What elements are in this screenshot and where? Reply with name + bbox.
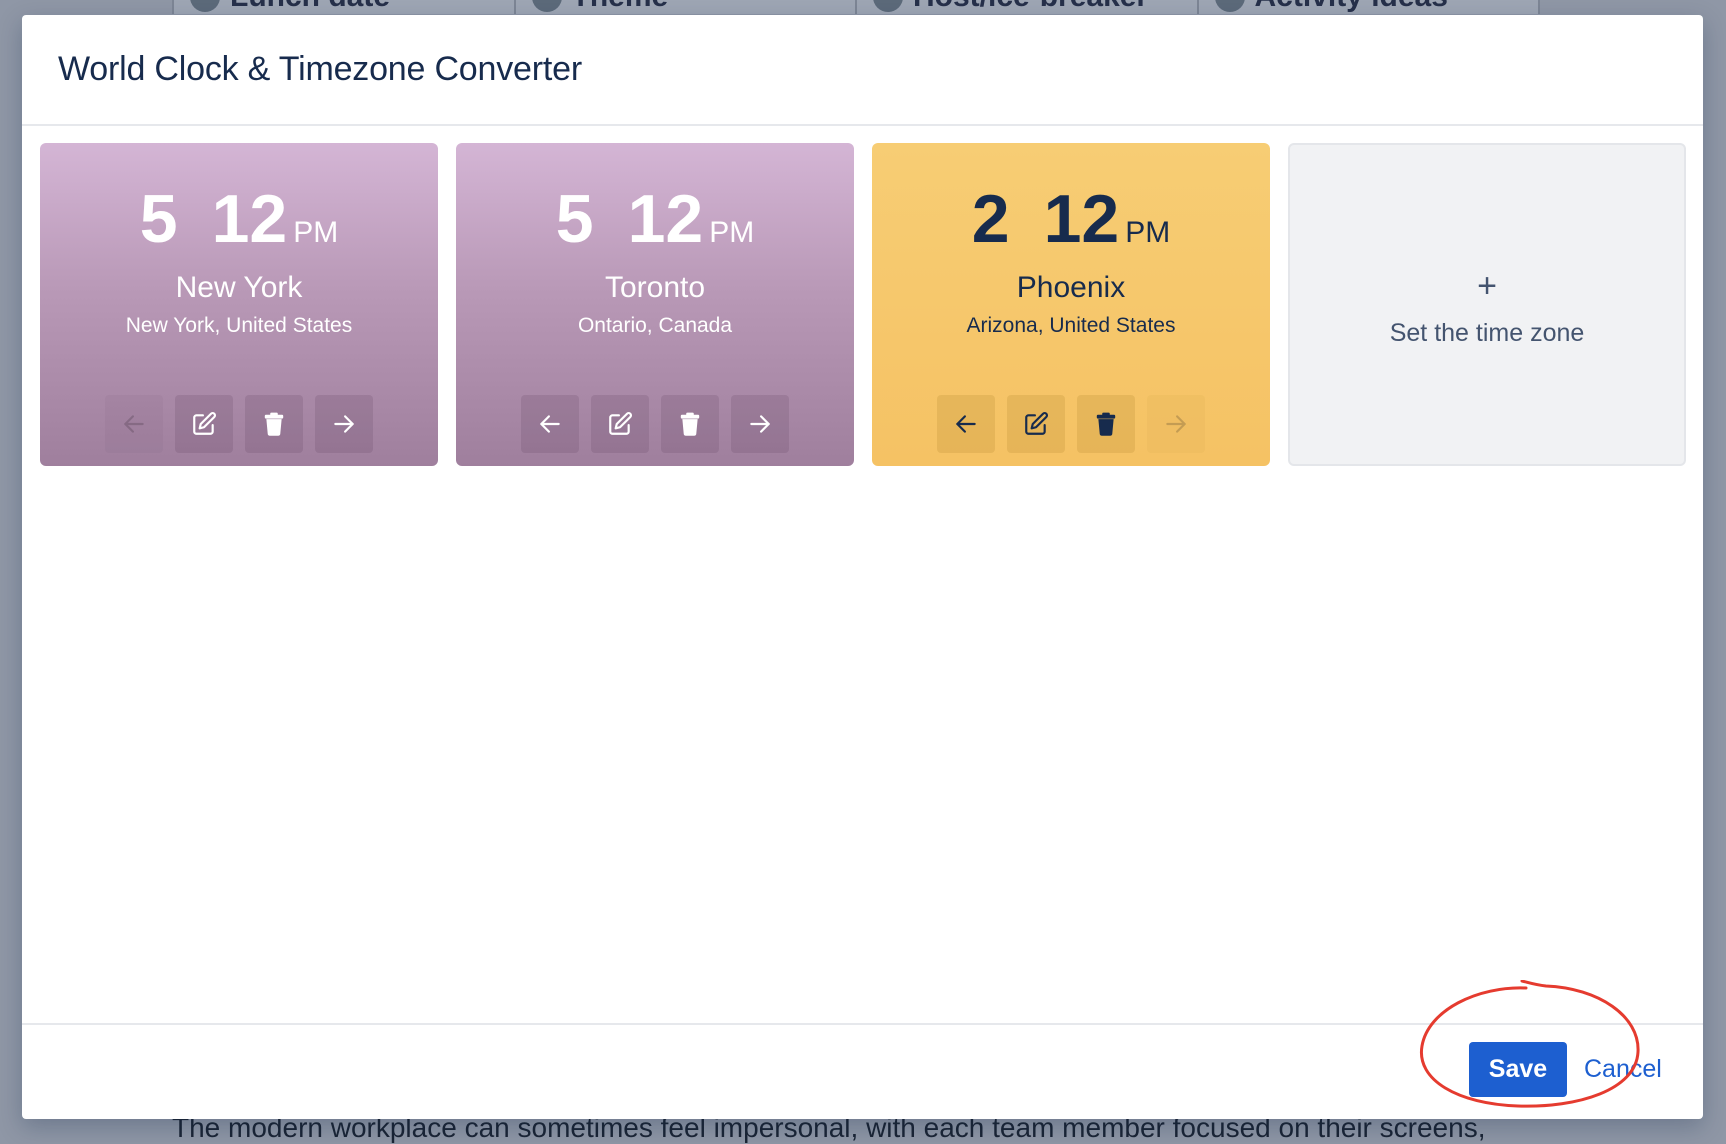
- clock-city: Phoenix: [1016, 271, 1126, 304]
- background-tab: Theme: [516, 0, 857, 14]
- delete-button[interactable]: [661, 395, 719, 453]
- clock-card-phoenix: 2 12 PM Phoenix Arizona, United States: [872, 143, 1270, 466]
- trash-icon: [264, 412, 284, 436]
- modal-header: World Clock & Timezone Converter: [22, 15, 1703, 126]
- arrow-right-icon: [750, 415, 770, 433]
- move-right-button[interactable]: [731, 395, 789, 453]
- trash-icon: [680, 412, 700, 436]
- background-tabs: Lunch date Theme Host/ice-breaker Activi…: [172, 0, 1540, 14]
- clock-controls: [456, 395, 854, 453]
- clock-time: 5 12 PM: [456, 185, 854, 253]
- clock-minute: 12: [627, 181, 704, 257]
- activity-emoji-icon: [1214, 0, 1245, 12]
- background-tab-label: Host/ice-breaker: [913, 0, 1148, 14]
- edit-button[interactable]: [175, 395, 233, 453]
- background-tab: Host/ice-breaker: [857, 0, 1199, 14]
- trash-icon: [1096, 412, 1116, 436]
- add-timezone-card[interactable]: + Set the time zone: [1288, 143, 1686, 466]
- clock-minute: 12: [211, 181, 288, 257]
- clock-city: Toronto: [604, 271, 706, 304]
- megaphone-emoji-icon: [873, 0, 903, 12]
- clock-controls: [872, 395, 1270, 453]
- arrow-left-icon: [124, 415, 144, 433]
- edit-button[interactable]: [591, 395, 649, 453]
- modal-footer: Save Cancel: [22, 1025, 1703, 1117]
- clock-ampm: PM: [709, 216, 755, 249]
- arrow-left-icon: [956, 415, 976, 433]
- delete-button[interactable]: [245, 395, 303, 453]
- edit-icon: [1025, 412, 1048, 435]
- edit-button[interactable]: [1007, 395, 1065, 453]
- timezone-modal: World Clock & Timezone Converter 5 12 PM…: [22, 15, 1703, 1119]
- background-tab-label: Theme: [572, 0, 669, 14]
- arrow-right-icon: [1166, 415, 1186, 433]
- clock-hour: 5: [139, 181, 178, 257]
- move-left-button[interactable]: [105, 395, 163, 453]
- clock-controls: [40, 395, 438, 453]
- cancel-button[interactable]: Cancel: [1584, 1057, 1662, 1082]
- clock-hour: 2: [971, 181, 1010, 257]
- arrow-right-icon: [334, 415, 354, 433]
- modal-title: World Clock & Timezone Converter: [58, 50, 582, 88]
- arrow-left-icon: [540, 415, 560, 433]
- plus-icon: +: [1477, 267, 1497, 305]
- clock-region: New York, United States: [125, 314, 353, 337]
- background-tab: Activity ideas: [1199, 0, 1540, 14]
- add-timezone-label: Set the time zone: [1389, 319, 1585, 347]
- delete-button[interactable]: [1077, 395, 1135, 453]
- clock-city: New York: [175, 271, 303, 304]
- clock-time: 2 12 PM: [872, 185, 1270, 253]
- modal-body: 5 12 PM New York New York, United States: [22, 126, 1703, 1025]
- move-right-button[interactable]: [315, 395, 373, 453]
- clock-ampm: PM: [293, 216, 339, 249]
- move-left-button[interactable]: [521, 395, 579, 453]
- clock-minute: 12: [1043, 181, 1120, 257]
- clock-cards: 5 12 PM New York New York, United States: [40, 143, 1686, 466]
- save-button[interactable]: Save: [1469, 1042, 1567, 1097]
- clock-hour: 5: [555, 181, 594, 257]
- clock-card-new-york: 5 12 PM New York New York, United States: [40, 143, 438, 466]
- background-tab: Lunch date: [172, 0, 516, 14]
- background-tab-label: Lunch date: [230, 0, 390, 14]
- move-left-button[interactable]: [937, 395, 995, 453]
- background-tab-label: Activity ideas: [1255, 0, 1448, 14]
- theme-emoji-icon: [531, 0, 562, 12]
- clock-region: Arizona, United States: [966, 314, 1176, 337]
- edit-icon: [193, 412, 216, 435]
- edit-icon: [609, 412, 632, 435]
- clock-region: Ontario, Canada: [577, 314, 733, 337]
- clock-ampm: PM: [1125, 216, 1171, 249]
- lunch-emoji-icon: [190, 0, 220, 12]
- clock-card-toronto: 5 12 PM Toronto Ontario, Canada: [456, 143, 854, 466]
- move-right-button[interactable]: [1147, 395, 1205, 453]
- clock-time: 5 12 PM: [40, 185, 438, 253]
